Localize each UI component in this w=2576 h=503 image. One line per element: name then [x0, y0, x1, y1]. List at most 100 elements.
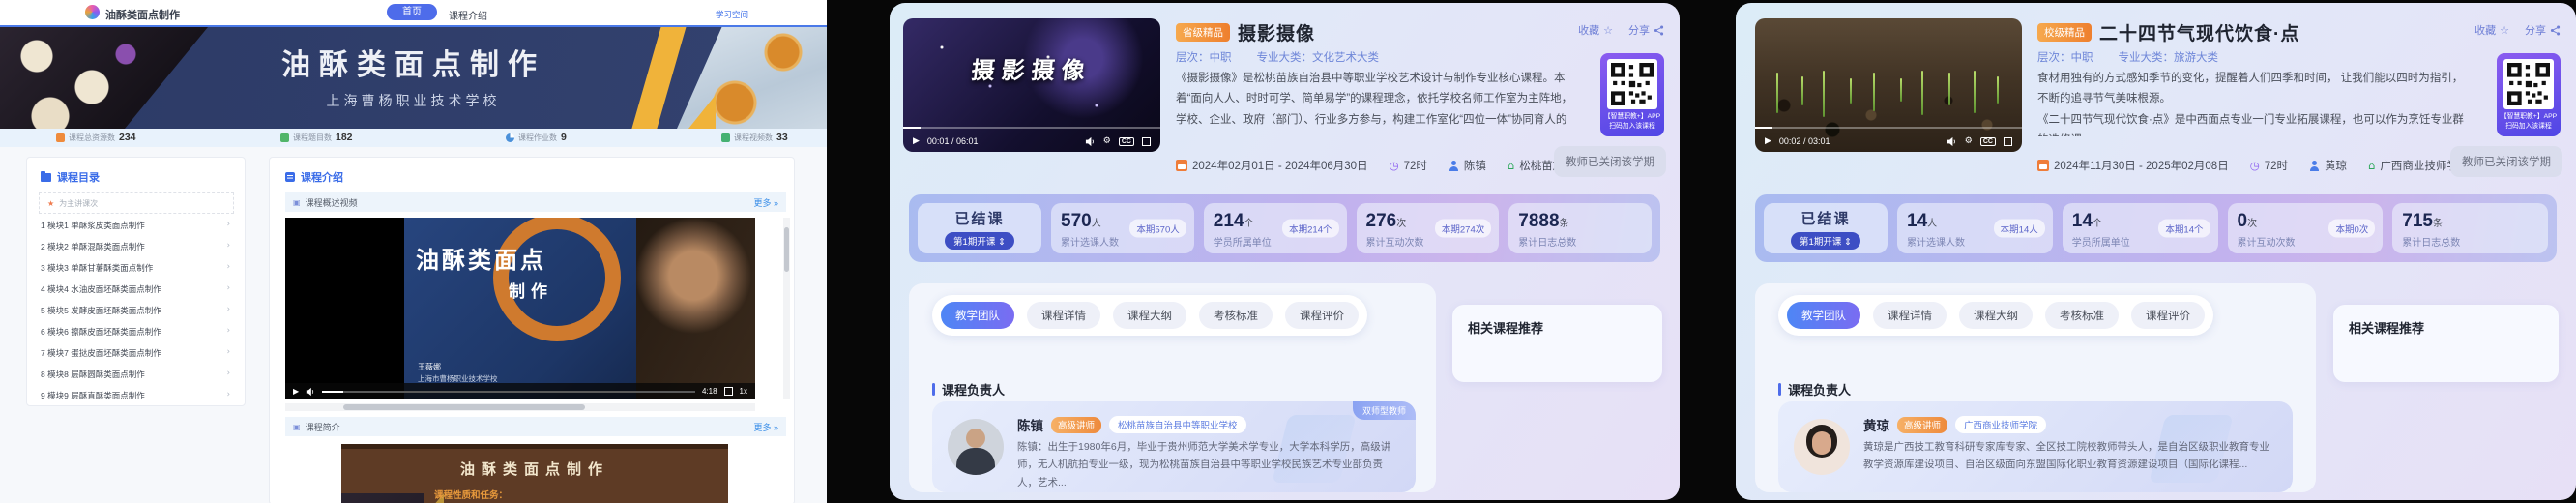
site-logo-icon [85, 5, 100, 19]
fullscreen-icon[interactable] [2004, 136, 2012, 146]
book-icon [285, 172, 295, 182]
horizontal-scrollbar[interactable] [285, 403, 755, 411]
toc-item[interactable]: 1 模块1 单酥浆皮类面点制作 › [41, 220, 230, 231]
teacher-bio: 陈镇：出生于1980年6月，毕业于贵州师范大学美术学专业，大学本科学历，高级讲师… [1017, 441, 1391, 488]
toc-item[interactable]: 4 模块4 水油皮面坯酥类面点制作 › [41, 283, 230, 295]
toc-item[interactable]: 8 模块8 层酥圆酥类面点制作 › [41, 369, 230, 380]
chevron-right-icon: › [226, 347, 230, 357]
course-video-player[interactable]: ▶ 00:02 / 03:01 ⚙ CC [1755, 18, 2022, 152]
stat-card: 214个 学员所属单位 本期214个 [1203, 203, 1347, 253]
teacher-card[interactable]: 黄琼 高级讲师 广西商业技师学院 黄琼是广西技工教育科研专家库专家、全区技工院校… [1778, 401, 2293, 492]
course-title: 二十四节气现代饮食·点 [2099, 24, 2300, 44]
video-time: 00:02 / 03:01 [1778, 136, 1830, 146]
play-icon[interactable]: ▶ [913, 136, 920, 146]
play-icon[interactable]: ▶ [1765, 136, 1771, 146]
folder-icon [41, 170, 51, 182]
tab-teaching-team[interactable]: 教学团队 [1787, 302, 1860, 329]
intro-card: 课程介绍 ▣ 课程概述视频 更多 » 油酥类面点 制作 王薇娜 上海市曹杨职业技… [269, 157, 795, 503]
volume-icon[interactable] [306, 387, 315, 397]
progress-bar[interactable] [322, 390, 695, 393]
volume-icon[interactable] [1085, 136, 1096, 147]
settings-gear-icon[interactable]: ⚙ [1103, 136, 1111, 146]
tab-syllabus[interactable]: 课程大纲 [1113, 302, 1186, 329]
share-button[interactable]: 分享 [2525, 22, 2561, 38]
related-courses-title: 相关课程推荐 [1468, 321, 1544, 336]
tab-assessment[interactable]: 考核标准 [2045, 302, 2119, 329]
tab-reviews[interactable]: 课程评价 [1285, 302, 1359, 329]
collect-button[interactable]: 收藏 ☆ [2474, 22, 2509, 38]
stat-card: 14人 累计选课人数 本期14人 [1897, 203, 2053, 253]
tab-assessment[interactable]: 考核标准 [1199, 302, 1273, 329]
video-controls[interactable]: ▶ 4:18 1x [285, 383, 755, 399]
course-tabs: 教学团队 课程详情 课程大纲 考核标准 课程评价 [932, 295, 1367, 336]
video-controls[interactable]: ▶ 00:01 / 06:01 ⚙ CC [903, 131, 1160, 152]
video-section-strip: ▣ 课程概述视频 更多 » [285, 192, 786, 212]
settings-gear-icon[interactable]: ⚙ [1965, 136, 1973, 146]
toc-item[interactable]: 9 模块9 层酥直酥类面点制作 › [41, 390, 230, 401]
action-links: 收藏 ☆ 分享 [2474, 22, 2561, 38]
resource-icon [56, 133, 65, 142]
action-links: 收藏 ☆ 分享 [1578, 22, 1664, 38]
status-label: 已结课 [954, 210, 1005, 227]
nav-learning-space[interactable]: 学习空间 [716, 9, 748, 20]
intro-header: 课程介绍 [285, 169, 343, 185]
brief-section-strip: ▣ 课程简介 更多 » [285, 417, 786, 436]
toc-item[interactable]: 7 模块7 蛋挞皮面坯酥类面点制作 › [41, 347, 230, 359]
school-icon: ⌂ [1507, 159, 1515, 172]
more-link[interactable]: 更多 » [753, 196, 778, 209]
rank-badge: 高级讲师 [1051, 416, 1102, 433]
updown-icon: ⇕ [997, 236, 1006, 248]
course-video-player[interactable]: 摄影摄像 ▶ 00:01 / 06:01 ⚙ CC [903, 18, 1160, 152]
captions-icon[interactable]: CC [1979, 136, 1996, 146]
course-info-row: 2024年11月30日 - 2025年02月08日 ◷ 72时 黄琼 ⌂ 广西商业技… [2037, 158, 2469, 173]
vertical-scrollbar[interactable] [783, 218, 790, 399]
question-icon [280, 133, 289, 142]
tab-teaching-team[interactable]: 教学团队 [941, 302, 1014, 329]
rank-badge: 高级讲师 [1897, 416, 1948, 433]
video-controls[interactable]: ▶ 00:02 / 03:01 ⚙ CC [1755, 131, 2022, 152]
playback-speed[interactable]: 1x [740, 387, 747, 396]
banner-title: 油酥类面点制作 [281, 49, 545, 81]
teacher-card[interactable]: 陈镇 高级讲师 松桃苗族自治县中等职业学校 陈镇：出生于1980年6月，毕业于贵… [932, 401, 1416, 492]
tab-course-details[interactable]: 课程详情 [1027, 302, 1100, 329]
collect-button[interactable]: 收藏 ☆ [1578, 22, 1613, 38]
term-chip: 本期214个 [1282, 219, 1339, 238]
toc-card: 课程目录 ★ 为主讲课次 1 模块1 单酥浆皮类面点制作 › 2 模块2 单酥混酥… [26, 157, 246, 406]
fullscreen-icon[interactable] [723, 387, 733, 396]
school-icon: ⌂ [2368, 159, 2376, 172]
term-closed-button[interactable]: 教师已关闭该学期 [1554, 146, 1666, 177]
more-link[interactable]: 更多 » [753, 421, 778, 433]
toc-item[interactable]: 5 模块5 发酵皮面坯酥类面点制作 › [41, 305, 230, 316]
teacher-name: 黄琼 [1863, 419, 1889, 433]
term-selector[interactable]: 第1期开课 ⇕ [1791, 231, 1860, 250]
fullscreen-icon[interactable] [1142, 136, 1151, 146]
toc-item[interactable]: 6 模块6 擦酥皮面坯酥类面点制作 › [41, 326, 230, 338]
course-meta: 层次：中职 专业大类：旅游大类 [2037, 49, 2218, 65]
meta-level: 层次：中职 [2037, 52, 2093, 64]
section-icon: ▣ [293, 422, 301, 431]
volume-icon[interactable] [1947, 136, 1957, 147]
tab-course-details[interactable]: 课程详情 [1873, 302, 1947, 329]
play-icon[interactable]: ▶ [293, 387, 299, 396]
progress-bar[interactable] [903, 127, 1160, 129]
overview-video-player[interactable]: 油酥类面点 制作 王薇娜 上海市曹杨职业技术学校 ▶ 4:18 1x [285, 218, 755, 399]
quality-badge: 省级精品 [1176, 23, 1230, 42]
nav-home-button[interactable]: 首页 [387, 4, 437, 20]
stat-card: 715条 累计日志总数 [2392, 203, 2548, 253]
toc-item[interactable]: 3 模块3 单酥甘薯酥类面点制作 › [41, 262, 230, 274]
tab-reviews[interactable]: 课程评价 [2131, 302, 2205, 329]
enrollment-stats-bar: 已结课 第1期开课 ⇕ 570人 累计选课人数 本期570人 214个 学员所属… [909, 194, 1660, 262]
nav-course-intro[interactable]: 课程介绍 [449, 8, 487, 22]
related-courses-card: 相关课程推荐 [1452, 305, 1662, 382]
progress-bar[interactable] [1755, 127, 2022, 129]
term-selector[interactable]: 第1期开课 ⇕ [945, 231, 1014, 250]
video-author: 王薇娜 [418, 363, 441, 371]
toc-item[interactable]: 2 模块2 单酥混酥类面点制作 › [41, 241, 230, 252]
site-header: 油酥类面点制作 首页 课程介绍 学习空间 [0, 0, 827, 27]
term-closed-button[interactable]: 教师已关闭该学期 [2450, 146, 2562, 177]
site-title: 油酥类面点制作 [105, 10, 180, 21]
share-button[interactable]: 分享 [1628, 22, 1664, 38]
captions-icon[interactable]: CC [1118, 136, 1134, 146]
chevron-right-icon: › [226, 390, 230, 399]
tab-syllabus[interactable]: 课程大纲 [1959, 302, 2033, 329]
